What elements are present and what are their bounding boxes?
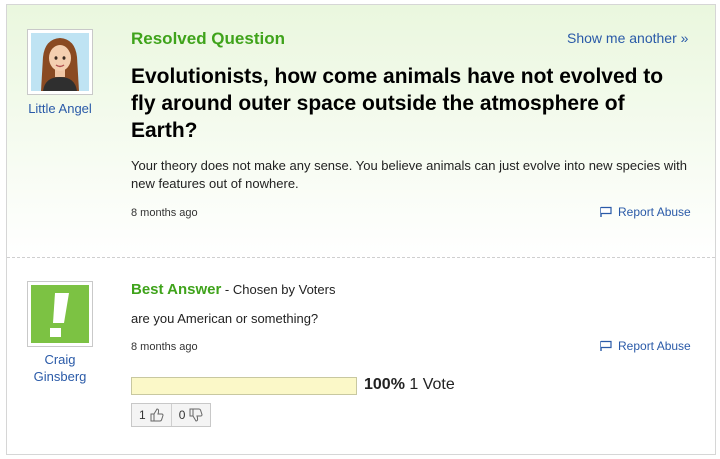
vote-progress-bar (131, 377, 357, 395)
thumbs-down-count: 0 (178, 408, 186, 422)
thumbs-up-icon (150, 408, 164, 422)
question-title: Evolutionists, how come animals have not… (131, 65, 664, 142)
thumbs-down-icon (189, 408, 203, 422)
chosen-by-label: - Chosen by Voters (221, 282, 336, 297)
exclamation-avatar-icon (31, 285, 89, 343)
rating-box: 1 0 (131, 403, 212, 427)
answer-text: are you American or something? (131, 311, 319, 326)
vote-result: 100% 1 Vote (364, 376, 455, 394)
best-answer-header: Best Answer - Chosen by Voters (131, 281, 335, 298)
vote-percent: 100% (364, 376, 405, 393)
asker-avatar[interactable] (27, 29, 93, 95)
question-timestamp: 8 months ago (131, 207, 198, 219)
thumbs-up-count: 1 (139, 408, 146, 422)
answer-timestamp: 8 months ago (131, 341, 198, 353)
answerer-avatar[interactable] (27, 281, 93, 347)
flag-icon (600, 340, 612, 351)
report-abuse-answer[interactable]: Report Abuse (599, 339, 691, 353)
show-another-link[interactable]: Show me another » (567, 30, 688, 46)
question-body: Your theory does not make any sense. You… (131, 158, 687, 191)
question-page: Little Angel Resolved Question Show me a… (6, 4, 716, 455)
thumbs-up-button[interactable]: 1 (132, 404, 171, 426)
section-divider (7, 257, 715, 258)
question-panel: Little Angel Resolved Question Show me a… (7, 5, 715, 257)
report-abuse-label[interactable]: Report Abuse (618, 339, 691, 353)
report-abuse-question[interactable]: Report Abuse (599, 205, 691, 219)
best-answer-label: Best Answer (131, 281, 222, 298)
thumbs-down-button[interactable]: 0 (170, 404, 211, 426)
flag-icon (600, 206, 612, 217)
question-status: Resolved Question (131, 29, 285, 48)
report-abuse-label[interactable]: Report Abuse (618, 205, 691, 219)
vote-count: 1 Vote (404, 376, 455, 393)
asker-name[interactable]: Little Angel (17, 100, 103, 117)
girl-avatar-icon (31, 33, 89, 91)
answerer-name[interactable]: Craig Ginsberg (17, 351, 103, 385)
